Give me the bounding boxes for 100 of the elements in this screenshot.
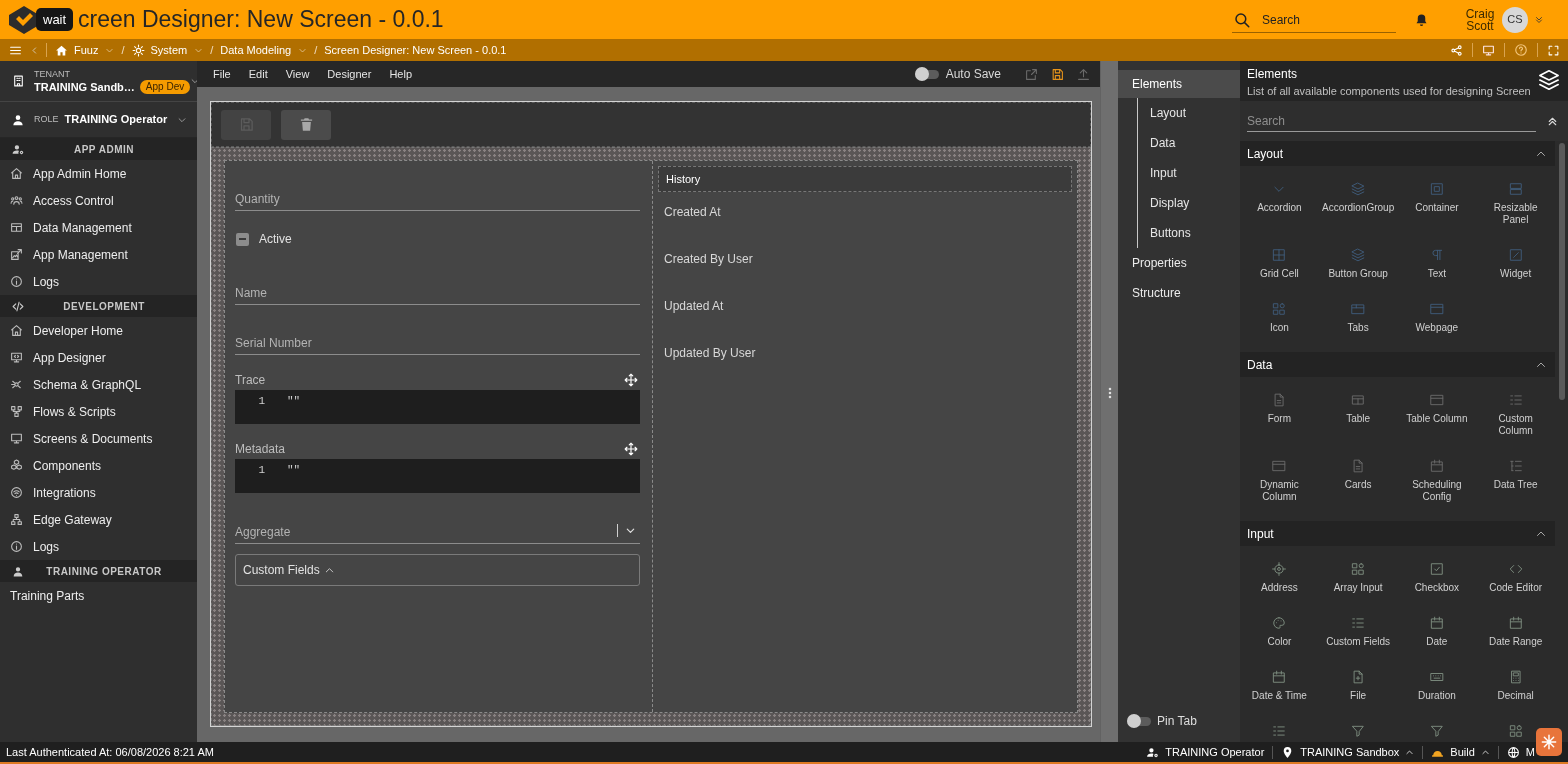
- element-item[interactable]: Resizable Panel: [1476, 174, 1555, 240]
- element-item[interactable]: Color: [1240, 608, 1319, 662]
- nav-subitem[interactable]: Layout: [1150, 98, 1240, 128]
- nav-link[interactable]: Data Management: [0, 214, 197, 241]
- layers-icon[interactable]: [1538, 69, 1560, 91]
- breadcrumb-link[interactable]: System: [131, 41, 188, 59]
- nav-subitem[interactable]: Buttons: [1150, 218, 1240, 248]
- breadcrumb-link[interactable]: Data Modeling: [220, 41, 292, 59]
- element-item[interactable]: Webpage: [1397, 294, 1477, 348]
- element-item[interactable]: Code Editor: [1476, 554, 1555, 608]
- nav-link[interactable]: App Management: [0, 241, 197, 268]
- move-icon[interactable]: [624, 442, 638, 456]
- list-icon[interactable]: [1272, 724, 1287, 738]
- filter-icon[interactable]: [1429, 724, 1444, 738]
- menu-item[interactable]: View: [285, 65, 310, 83]
- element-item[interactable]: Custom Column: [1476, 385, 1555, 451]
- nav-link[interactable]: Screens & Documents: [0, 425, 197, 452]
- shapes-icon[interactable]: [1508, 724, 1523, 738]
- filter-icon[interactable]: [1351, 724, 1366, 738]
- element-item[interactable]: Cards: [1318, 451, 1398, 517]
- fullscreen-icon[interactable]: [1547, 43, 1560, 57]
- share-icon[interactable]: [1450, 43, 1463, 57]
- checkbox[interactable]: [236, 232, 249, 246]
- code-editor[interactable]: 1 "": [235, 459, 640, 493]
- nav-link[interactable]: Training Parts: [0, 582, 197, 609]
- menu-item[interactable]: Edit: [248, 65, 268, 83]
- move-icon[interactable]: [624, 373, 638, 387]
- chevron-down-icon[interactable]: [625, 525, 636, 536]
- element-item[interactable]: Tabs: [1318, 294, 1398, 348]
- element-item[interactable]: Table Column: [1397, 385, 1477, 451]
- search-field[interactable]: Search: [1247, 110, 1536, 132]
- element-item[interactable]: Array Input: [1318, 554, 1398, 608]
- breadcrumb-link[interactable]: Screen Designer: New Screen - 0.0.1: [324, 41, 507, 59]
- nav-item[interactable]: Elements: [1118, 70, 1240, 98]
- double-chevron-down-icon[interactable]: [1534, 14, 1544, 25]
- menu-item[interactable]: Help: [389, 65, 412, 83]
- element-item[interactable]: Address: [1240, 554, 1319, 608]
- nav-link[interactable]: Integrations: [0, 479, 197, 506]
- status-item[interactable]: Build: [1450, 743, 1475, 761]
- element-item[interactable]: Icon: [1240, 294, 1319, 348]
- avatar[interactable]: CS: [1502, 6, 1528, 33]
- collapsible-header[interactable]: Custom Fields: [235, 554, 640, 586]
- element-item[interactable]: Text: [1397, 240, 1477, 294]
- nav-link[interactable]: App Admin Home: [0, 160, 197, 187]
- chevron-up-icon[interactable]: [1480, 747, 1490, 757]
- element-item[interactable]: Scheduling Config: [1397, 451, 1477, 517]
- element-item[interactable]: Data Tree: [1476, 451, 1555, 517]
- nav-link[interactable]: Schema & GraphQL: [0, 371, 197, 398]
- help-icon[interactable]: [1514, 43, 1528, 57]
- toggle-switch[interactable]: [1127, 714, 1151, 728]
- element-item[interactable]: Form: [1240, 385, 1319, 451]
- element-item[interactable]: File: [1318, 662, 1398, 716]
- scrollbar-thumb[interactable]: [1558, 143, 1565, 400]
- text-field[interactable]: Name: [235, 282, 640, 305]
- select-field[interactable]: Aggregate: [235, 521, 640, 544]
- element-item[interactable]: Date & Time: [1240, 662, 1319, 716]
- section-header[interactable]: Layout: [1240, 141, 1555, 166]
- element-item[interactable]: Table: [1318, 385, 1398, 451]
- nav-link[interactable]: Access Control: [0, 187, 197, 214]
- element-item[interactable]: Date: [1397, 608, 1477, 662]
- element-item[interactable]: Grid Cell: [1240, 240, 1319, 294]
- nav-link[interactable]: Flows & Scripts: [0, 398, 197, 425]
- element-item[interactable]: Decimal: [1476, 662, 1555, 716]
- menu-item[interactable]: Designer: [327, 65, 372, 83]
- search-field[interactable]: Search: [1232, 7, 1396, 33]
- element-item[interactable]: Accordion: [1240, 174, 1319, 240]
- element-item[interactable]: Duration: [1397, 662, 1477, 716]
- assistant-button[interactable]: [1536, 728, 1562, 756]
- nav-link[interactable]: Developer Home: [0, 317, 197, 344]
- delete-button[interactable]: [281, 109, 331, 140]
- element-item[interactable]: Custom Fields: [1318, 608, 1398, 662]
- monitor-icon[interactable]: [1482, 43, 1495, 57]
- element-item[interactable]: Container: [1397, 174, 1477, 240]
- element-item[interactable]: AccordionGroup: [1318, 174, 1398, 240]
- status-item[interactable]: TRAINING Operator: [1165, 743, 1265, 761]
- nav-link[interactable]: App Designer: [0, 344, 197, 371]
- nav-link[interactable]: Logs: [0, 268, 197, 295]
- section-header[interactable]: Data: [1240, 352, 1555, 377]
- nav-subitem[interactable]: Input: [1150, 158, 1240, 188]
- text-field[interactable]: Serial Number: [235, 332, 640, 355]
- element-item[interactable]: Checkbox: [1397, 554, 1477, 608]
- code-editor[interactable]: 1 "": [235, 390, 640, 424]
- status-item[interactable]: M: [1525, 743, 1535, 761]
- nav-subitem[interactable]: Data: [1150, 128, 1240, 158]
- nav-item[interactable]: Properties: [1118, 248, 1240, 278]
- nav-link[interactable]: Logs: [0, 533, 197, 560]
- nav-subitem[interactable]: Display: [1150, 188, 1240, 218]
- status-item[interactable]: TRAINING Sandbox: [1300, 743, 1400, 761]
- toggle-switch[interactable]: [914, 67, 939, 81]
- text-field[interactable]: Quantity: [235, 188, 640, 211]
- breadcrumb-link[interactable]: Fuuz: [55, 41, 99, 59]
- element-item[interactable]: Dynamic Column: [1240, 451, 1319, 517]
- section-header[interactable]: Input: [1240, 521, 1555, 546]
- nav-link[interactable]: Components: [0, 452, 197, 479]
- menu-item[interactable]: File: [213, 65, 231, 83]
- chevron-up-icon[interactable]: [1405, 747, 1415, 757]
- element-item[interactable]: Date Range: [1476, 608, 1555, 662]
- grip-icon[interactable]: [1107, 386, 1112, 399]
- nav-link[interactable]: Edge Gateway: [0, 506, 197, 533]
- element-item[interactable]: Widget: [1476, 240, 1555, 294]
